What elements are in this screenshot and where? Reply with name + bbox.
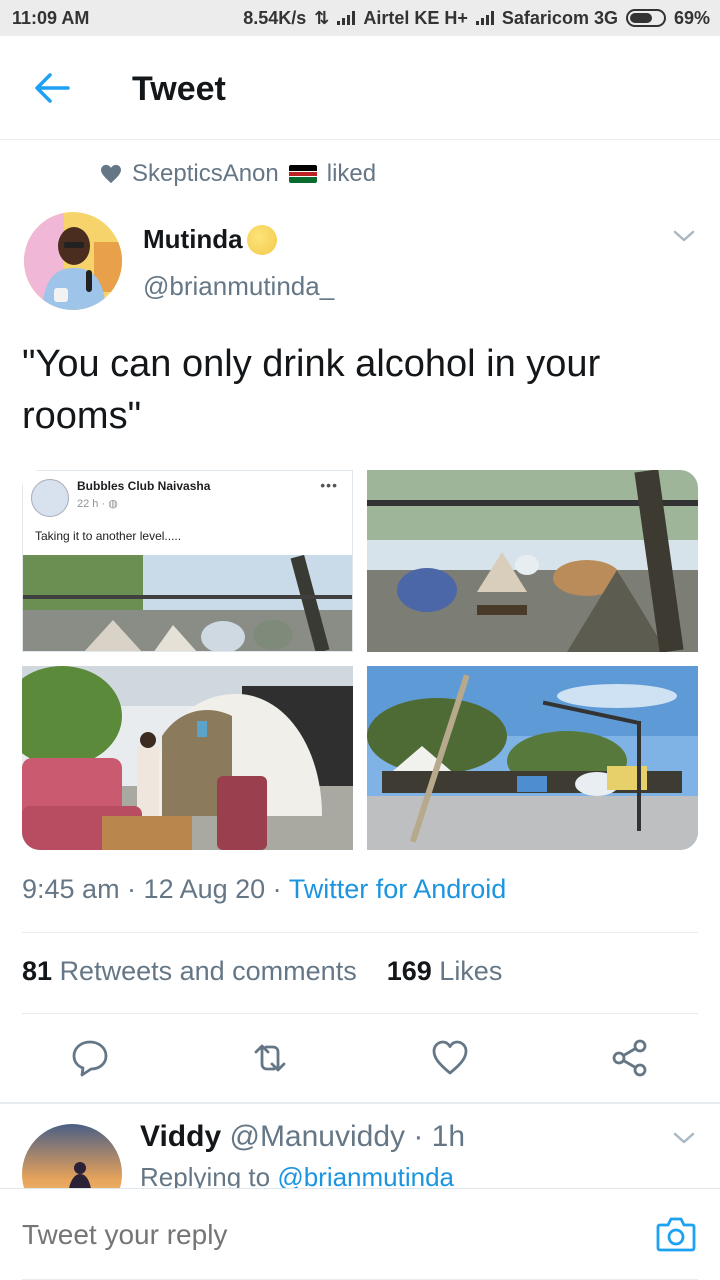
network-speed: 8.54K/s [243, 7, 307, 28]
back-arrow-icon[interactable] [34, 72, 70, 104]
social-context-action: liked [326, 160, 377, 187]
share-icon[interactable] [610, 1038, 650, 1078]
media-tile-2[interactable] [367, 470, 698, 652]
status-bar: 11:09 AM 8.54K/s ⇅ Airtel KE H+ Safarico… [0, 0, 720, 36]
app-header: Tweet [0, 36, 720, 140]
full-moon-emoji-icon [246, 224, 277, 255]
author-name-text: Mutinda [143, 224, 243, 254]
retweet-icon[interactable] [250, 1038, 290, 1078]
retweets-stat[interactable]: 81 Retweets and comments [22, 956, 357, 986]
embedded-post-page-name: Bubbles Club Naivasha [77, 479, 211, 493]
signal-icon-2 [475, 11, 494, 25]
battery-percent: 69% [673, 7, 710, 28]
tweet-text: "You can only drink alcohol in your room… [22, 343, 601, 437]
signal-icon [337, 11, 356, 25]
likes-stat[interactable]: 169 Likes [387, 956, 503, 986]
tweet-meta: 9:45 am · 12 Aug 20 · Twitter for Androi… [22, 874, 506, 905]
camera-icon[interactable] [656, 1215, 696, 1253]
campsite-photo [23, 555, 352, 651]
reply-header[interactable]: Viddy @Manuviddy · 1h [140, 1120, 465, 1154]
carrier-2: Safaricom 3G [501, 7, 618, 28]
embedded-post-header: Bubbles Club Naivasha 22 h · ◍ [31, 479, 210, 517]
more-dots-icon: ••• [320, 477, 338, 493]
chevron-down-icon[interactable] [672, 228, 696, 244]
status-time: 11:09 AM [12, 7, 90, 28]
globe-icon: ◍ [108, 498, 118, 510]
author-name[interactable]: Mutinda [143, 224, 277, 255]
tweet-timestamp: 9:45 am · 12 Aug 20 · [22, 874, 282, 904]
like-icon[interactable] [430, 1038, 470, 1078]
reply-input[interactable] [22, 1219, 582, 1251]
tweet-source-link[interactable]: Twitter for Android [289, 874, 507, 904]
reply-handle-time: @Manuviddy · 1h [229, 1120, 466, 1153]
media-grid: Bubbles Club Naivasha 22 h · ◍ ••• Takin… [22, 470, 698, 850]
media-tile-4[interactable] [367, 666, 698, 850]
battery-icon [625, 9, 666, 27]
media-tile-3[interactable] [22, 666, 353, 850]
social-context-user: SkepticsAnon [132, 160, 279, 187]
reply-composer [0, 1188, 720, 1280]
chevron-down-icon[interactable] [672, 1130, 696, 1146]
social-context[interactable]: SkepticsAnon liked [100, 160, 376, 188]
heart-icon [101, 164, 121, 184]
carrier-1: Airtel KE H+ [363, 7, 468, 28]
tweet-stats: 81 Retweets and comments 169 Likes [22, 956, 502, 987]
page-title: Tweet [132, 70, 226, 108]
reply-author-name: Viddy [140, 1120, 222, 1153]
data-transfer-icon: ⇅ [314, 7, 330, 28]
media-tile-1[interactable]: Bubbles Club Naivasha 22 h · ◍ ••• Takin… [22, 470, 353, 652]
author-handle[interactable]: @brianmutinda_ [143, 271, 334, 302]
tweet-action-bar [0, 1030, 720, 1090]
divider [22, 932, 698, 933]
section-divider [0, 1102, 720, 1104]
divider [22, 1013, 698, 1014]
embedded-post-time: 22 h · ◍ [77, 498, 118, 510]
kenya-flag-icon [288, 165, 317, 183]
author-avatar[interactable] [24, 212, 122, 310]
embedded-post-caption: Taking it to another level..... [35, 529, 182, 543]
embedded-post-avatar [31, 479, 69, 517]
status-indicators: 8.54K/s ⇅ Airtel KE H+ Safaricom 3G 69% [243, 8, 710, 29]
reply-icon[interactable] [70, 1038, 110, 1078]
